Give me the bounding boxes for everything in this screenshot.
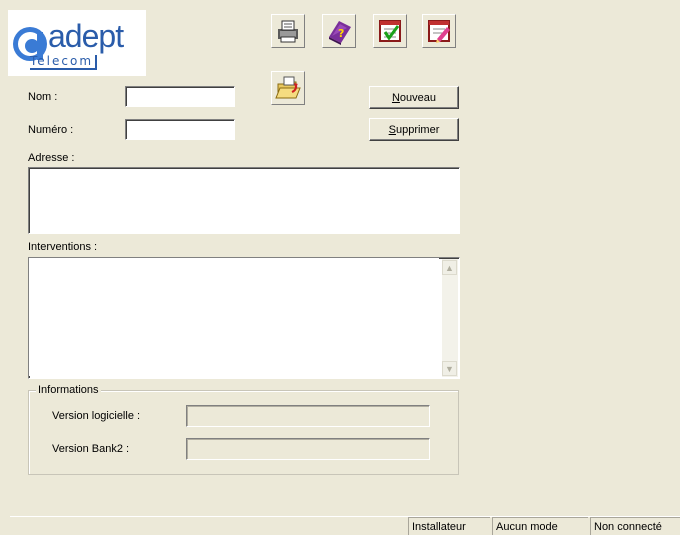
open-folder-icon <box>275 76 301 99</box>
nom-label: Nom : <box>28 91 58 103</box>
help-book-icon: ? <box>329 21 351 45</box>
nouveau-label: ouveau <box>399 91 437 104</box>
validate-button[interactable] <box>373 14 407 48</box>
status-role: Installateur <box>408 517 490 535</box>
supprimer-button[interactable]: Supprimer <box>369 118 459 141</box>
edit-list-icon <box>428 20 450 43</box>
edit-button[interactable] <box>422 14 456 48</box>
nouveau-button[interactable]: Nouveau <box>369 86 459 109</box>
version-bank2-label: Version Bank2 : <box>52 443 130 455</box>
adept-telecom-logo: adept Telecom <box>8 10 146 76</box>
check-list-icon <box>379 20 401 42</box>
scroll-down-arrow-icon[interactable]: ▼ <box>442 361 457 376</box>
logo-brand-main: adept <box>48 18 124 54</box>
nouveau-mnemonic: N <box>391 91 400 104</box>
informations-group <box>28 390 459 475</box>
logo-brand-sub: Telecom <box>30 55 98 70</box>
adresse-textarea[interactable] <box>28 167 460 234</box>
supprimer-label: upprimer <box>395 123 440 136</box>
supprimer-mnemonic: S <box>388 123 396 136</box>
interventions-box: ▲ ▼ <box>28 257 460 379</box>
print-button[interactable] <box>271 14 305 48</box>
version-logicielle-label: Version logicielle : <box>52 410 141 422</box>
scroll-up-arrow-icon[interactable]: ▲ <box>442 260 457 275</box>
interventions-scrollbar[interactable]: ▲ ▼ <box>442 259 458 377</box>
svg-text:?: ? <box>338 27 344 40</box>
help-button[interactable]: ? <box>322 14 356 48</box>
numero-input[interactable] <box>125 119 235 140</box>
version-logicielle-field <box>186 405 430 427</box>
interventions-textarea[interactable] <box>29 258 439 376</box>
version-bank2-field <box>186 438 430 460</box>
status-connection: Non connecté <box>590 517 680 535</box>
print-icon <box>278 20 298 43</box>
adresse-label: Adresse : <box>28 152 75 164</box>
nom-input[interactable] <box>125 86 235 107</box>
numero-label: Numéro : <box>28 124 74 136</box>
status-mode: Aucun mode <box>492 517 588 535</box>
informations-title: Informations <box>36 384 101 396</box>
open-folder-button[interactable] <box>271 71 305 105</box>
interventions-label: Interventions : <box>28 241 98 253</box>
